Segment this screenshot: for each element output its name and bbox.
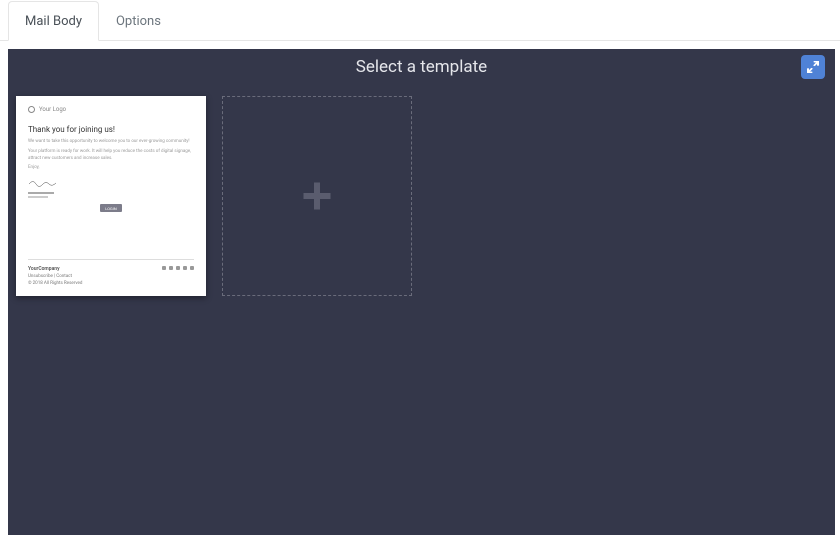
- template-cta-label: LOGIN: [105, 206, 116, 211]
- templates-list: Your Logo Thank you for joining us! We w…: [8, 84, 835, 308]
- template-thumbnail[interactable]: Your Logo Thank you for joining us! We w…: [16, 96, 206, 296]
- panel-toolbar: Select a template: [8, 49, 835, 84]
- tab-bar: Mail Body Options: [0, 0, 840, 41]
- template-heading: Thank you for joining us!: [28, 125, 194, 134]
- template-cta-button: LOGIN: [100, 204, 122, 212]
- template-signature: [28, 178, 194, 198]
- tab-options[interactable]: Options: [99, 1, 178, 41]
- template-body-line2: Your platform is ready for work. It will…: [28, 149, 194, 163]
- template-footer: YourCompany Unsubscribe | Contact © 2018…: [28, 259, 194, 286]
- social-icon: [162, 266, 166, 270]
- template-closing: Enjoy,: [28, 165, 194, 172]
- social-icon: [190, 266, 194, 270]
- panel-title: Select a template: [356, 57, 487, 77]
- template-selector-panel: Select a template Your Logo Thank you fo…: [8, 49, 835, 535]
- template-body-line1: We want to take this opportunity to welc…: [28, 139, 194, 146]
- social-icon: [169, 266, 173, 270]
- signature-icon: [28, 178, 58, 188]
- footer-social-icons: [162, 266, 194, 270]
- footer-company: YourCompany: [28, 266, 82, 272]
- social-icon: [176, 266, 180, 270]
- tab-mail-body-label: Mail Body: [25, 14, 82, 29]
- signature-name: [28, 192, 54, 194]
- expand-icon: [805, 59, 821, 75]
- template-logo-text: Your Logo: [39, 106, 66, 113]
- footer-copyright: © 2018 All Rights Reserved: [28, 281, 82, 286]
- plus-icon: [299, 178, 335, 214]
- footer-links: Unsubscribe | Contact: [28, 274, 82, 279]
- template-logo: Your Logo: [28, 106, 194, 113]
- tab-options-label: Options: [116, 14, 161, 29]
- new-template-button[interactable]: [222, 96, 412, 296]
- signature-title: [28, 196, 48, 198]
- expand-button[interactable]: [801, 55, 825, 79]
- social-icon: [183, 266, 187, 270]
- tab-mail-body[interactable]: Mail Body: [8, 1, 99, 41]
- logo-mark-icon: [28, 106, 35, 113]
